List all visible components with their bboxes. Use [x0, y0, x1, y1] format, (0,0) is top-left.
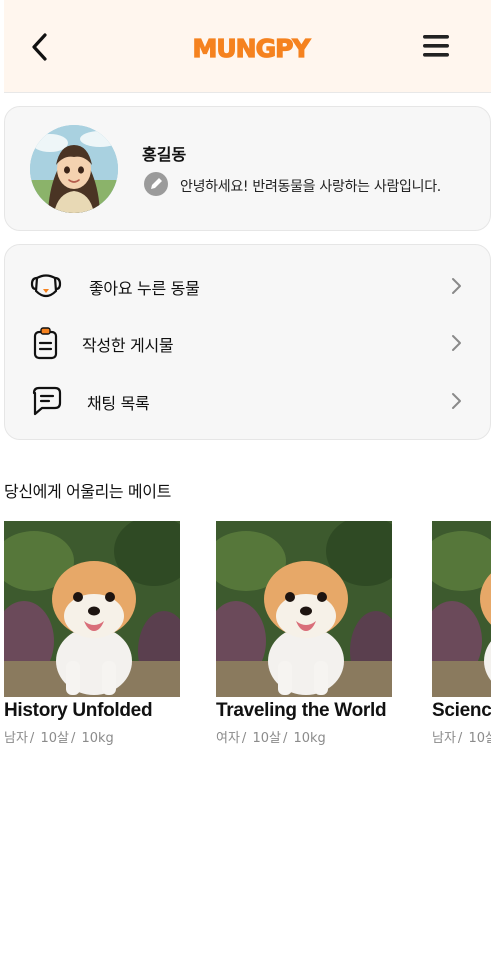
mate-card-meta: 남자/ 10살/ 10kg — [4, 727, 116, 746]
back-button[interactable] — [28, 30, 52, 64]
mate-card-title: Science — [432, 700, 491, 721]
logo-text: MUNGPY — [192, 34, 311, 63]
app-header: MUNGPY — [4, 0, 491, 93]
app-logo[interactable]: MUNGPY — [186, 27, 316, 67]
meta-separator: / — [29, 731, 39, 746]
mate-age: 10살 — [468, 731, 491, 746]
avatar[interactable] — [30, 125, 118, 213]
avatar-illustration — [30, 125, 118, 213]
mate-card[interactable]: Science 남자/ 10살/ 10kg — [432, 521, 491, 751]
menu-item-liked-animals[interactable]: 좋아요 누른 동물 — [5, 260, 490, 310]
chevron-right-icon — [452, 335, 461, 351]
mate-gender: 남자 — [432, 731, 456, 746]
hamburger-icon — [423, 35, 449, 57]
profile-card: 홍길동 안녕하세요! 반려동물을 사랑하는 사람입니다. — [4, 106, 491, 231]
pet-photo — [216, 521, 392, 697]
menu-item-my-posts[interactable]: 작성한 게시물 — [5, 317, 490, 367]
hamburger-menu-button[interactable] — [420, 32, 452, 60]
menu-item-label: 좋아요 누른 동물 — [89, 279, 200, 298]
pencil-icon — [151, 178, 162, 189]
menu-item-label: 채팅 목록 — [87, 394, 150, 413]
meta-separator: / — [457, 731, 467, 746]
chevron-right-icon — [452, 278, 461, 294]
meta-separator: / — [241, 731, 251, 746]
section-title-mates: 당신에게 어울리는 메이트 — [4, 482, 171, 501]
chat-bubble-icon — [32, 386, 62, 416]
mate-card-title: History Unfolded — [4, 700, 153, 721]
meta-separator: / — [282, 731, 292, 746]
mate-weight: 10kg — [293, 731, 326, 746]
mate-card-meta: 여자/ 10살/ 10kg — [216, 727, 328, 746]
mate-card[interactable]: Traveling the World 여자/ 10살/ 10kg — [216, 521, 392, 751]
chevron-right-icon — [452, 393, 461, 409]
clipboard-icon — [33, 327, 58, 360]
meta-separator: / — [70, 731, 80, 746]
mate-card[interactable]: History Unfolded 남자/ 10살/ 10kg — [4, 521, 180, 751]
mate-weight: 10kg — [81, 731, 114, 746]
chevron-left-icon — [32, 33, 47, 61]
menu-item-chat-list[interactable]: 채팅 목록 — [5, 375, 490, 425]
pet-photo — [4, 521, 180, 697]
profile-bio: 안녕하세요! 반려동물을 사랑하는 사람입니다. — [180, 179, 441, 195]
mate-age: 10살 — [252, 731, 281, 746]
mate-age: 10살 — [40, 731, 69, 746]
mate-carousel[interactable]: History Unfolded 남자/ 10살/ 10kg Traveling… — [0, 521, 491, 751]
profile-name: 홍길동 — [142, 145, 187, 164]
mate-card-meta: 남자/ 10살/ 10kg — [432, 727, 491, 746]
mate-gender: 여자 — [216, 731, 240, 746]
profile-menu: 좋아요 누른 동물 작성한 게시물 채팅 목록 — [4, 244, 491, 440]
mungpy-logo: MUNGPY — [192, 33, 313, 63]
mate-card-title: Traveling the World — [216, 700, 387, 721]
menu-item-label: 작성한 게시물 — [82, 336, 174, 355]
mate-gender: 남자 — [4, 731, 28, 746]
profile-page: MUNGPY 홍길동 안녕하세요! 반려동물을 사랑하는 사람입니다. 좋아요 … — [0, 0, 498, 970]
pet-photo — [432, 521, 491, 697]
edit-profile-button[interactable] — [144, 172, 168, 196]
dog-face-icon — [30, 274, 62, 298]
